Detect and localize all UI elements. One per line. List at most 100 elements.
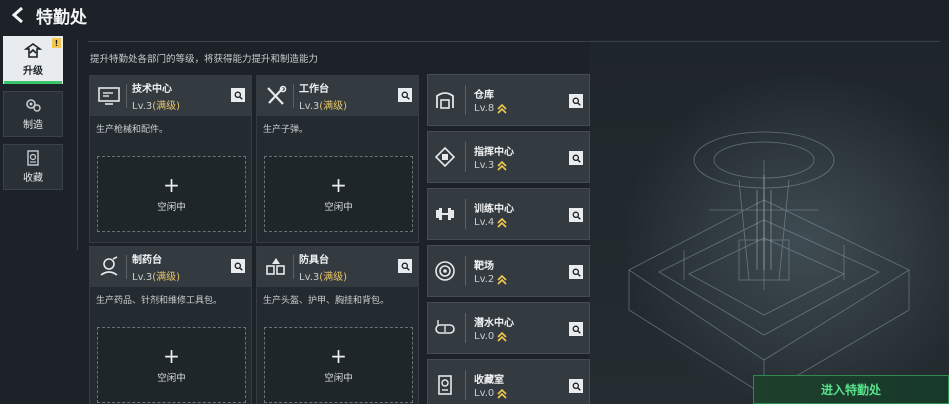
facility-level: Lv.8 <box>474 103 507 114</box>
details-search-button[interactable] <box>398 88 412 102</box>
tools-icon <box>267 85 287 105</box>
workshop-description: 生产头盔、护甲、胸挂和背包。 <box>263 296 390 306</box>
workshop-card-tech-center: 技术中心 Lv.3(满级) 生产枪械和配件。 + 空闲中 <box>89 75 252 243</box>
workshop-level: Lv.3(满级) <box>299 101 348 112</box>
upgrade-available-icon <box>497 274 507 285</box>
search-icon <box>572 325 581 334</box>
details-search-button[interactable] <box>231 259 245 273</box>
maxed-tag: (满级) <box>319 272 348 283</box>
search-icon <box>572 97 581 106</box>
details-search-button[interactable] <box>569 151 583 165</box>
facility-warehouse[interactable]: 仓库 Lv.8 <box>427 74 590 126</box>
page-description: 提升特勤处各部门的等级，将获得能力提升和制造能力 <box>90 54 319 65</box>
facility-diving-center[interactable]: 潜水中心 Lv.0 <box>427 302 590 354</box>
header-divider <box>88 41 940 42</box>
search-icon <box>572 211 581 220</box>
search-icon <box>572 268 581 277</box>
nav-collection-label: 收藏 <box>23 173 43 184</box>
search-icon <box>234 91 243 100</box>
details-search-button[interactable] <box>569 322 583 336</box>
facility-name: 靶场 <box>474 261 494 272</box>
details-search-button[interactable] <box>569 379 583 393</box>
workshop-name: 工作台 <box>299 84 329 95</box>
facility-level: Lv.0 <box>474 388 507 399</box>
details-search-button[interactable] <box>569 265 583 279</box>
slot-status: 空闲中 <box>324 202 353 213</box>
details-search-button[interactable] <box>398 259 412 273</box>
maxed-tag: (满级) <box>319 101 348 112</box>
upgrade-available-icon <box>497 388 507 399</box>
maxed-tag: (满级) <box>152 272 181 283</box>
facility-level: Lv.3 <box>474 160 514 171</box>
upgrade-available-icon <box>497 331 507 342</box>
plus-icon: + <box>163 173 180 197</box>
upgrade-available-icon <box>497 217 507 228</box>
workshop-level: Lv.3(满级) <box>299 272 348 283</box>
dumbbell-icon <box>436 208 454 220</box>
workshop-name: 防具台 <box>299 255 329 266</box>
back-arrow-icon[interactable] <box>8 5 28 25</box>
production-slot[interactable]: + 空闲中 <box>264 156 413 232</box>
page-title: 特勤处 <box>36 7 87 28</box>
workshop-card-workbench: 工作台 Lv.3(满级) 生产子弹。 + 空闲中 <box>256 75 419 243</box>
details-search-button[interactable] <box>569 208 583 222</box>
facility-level: Lv.4 <box>474 217 514 228</box>
facility-separator <box>465 370 466 400</box>
nav-upgrade-label: 升级 <box>23 66 43 77</box>
slot-status: 空闲中 <box>324 373 353 384</box>
workshop-card-pharmacy: 制药台 Lv.3(满级) 生产药品、针剂和维修工具包。 + 空闲中 <box>89 246 252 404</box>
plus-icon: + <box>330 173 347 197</box>
production-slot[interactable]: + 空闲中 <box>97 156 246 232</box>
diving-mask-icon <box>435 320 455 334</box>
facility-separator <box>465 85 466 115</box>
upgrade-available-icon <box>497 160 507 171</box>
card-header: 工作台 Lv.3(满级) <box>257 76 418 116</box>
plus-icon: + <box>163 344 180 368</box>
production-slot[interactable]: + 空闲中 <box>97 327 246 403</box>
facility-command-center[interactable]: 指挥中心 Lv.3 <box>427 131 590 183</box>
maxed-tag: (满级) <box>152 101 181 112</box>
side-divider <box>77 40 78 250</box>
nav-upgrade[interactable]: ! 升级 <box>3 36 63 84</box>
workshop-name: 技术中心 <box>132 84 172 95</box>
workshop-description: 生产药品、针剂和维修工具包。 <box>96 296 223 306</box>
facility-level: Lv.2 <box>474 274 507 285</box>
search-icon <box>401 91 410 100</box>
warehouse-icon <box>436 92 454 109</box>
details-search-button[interactable] <box>231 88 245 102</box>
nav-craft[interactable]: 制造 <box>3 91 63 137</box>
facility-training-center[interactable]: 训练中心 Lv.4 <box>427 188 590 240</box>
facility-collection-room[interactable]: 收藏室 Lv.0 <box>427 359 590 404</box>
collection-icon <box>27 150 39 166</box>
search-icon <box>572 154 581 163</box>
search-icon <box>572 382 581 391</box>
workshop-level: Lv.3(满级) <box>132 101 181 112</box>
workshop-card-armor-bench: 防具台 Lv.3(满级) 生产头盔、护甲、胸挂和背包。 + 空闲中 <box>256 246 419 404</box>
trophy-icon <box>438 375 452 395</box>
production-slot[interactable]: + 空闲中 <box>264 327 413 403</box>
gears-icon <box>26 99 41 112</box>
enter-special-ops-button[interactable]: 进入特勤处 <box>753 375 949 404</box>
upgrade-available-icon <box>497 103 507 114</box>
details-search-button[interactable] <box>569 94 583 108</box>
facility-name: 收藏室 <box>474 375 504 386</box>
slot-status: 空闲中 <box>157 373 186 384</box>
facility-level: Lv.0 <box>474 331 514 342</box>
search-icon <box>234 262 243 271</box>
microscope-icon <box>100 256 118 276</box>
workshop-description: 生产子弹。 <box>263 125 309 135</box>
facility-separator <box>465 256 466 286</box>
notification-badge: ! <box>52 38 61 48</box>
card-separator <box>126 255 127 279</box>
nav-collection[interactable]: 收藏 <box>3 144 63 190</box>
facility-separator <box>465 313 466 343</box>
upgrade-icon <box>24 43 42 58</box>
card-separator <box>126 84 127 108</box>
facility-shooting-range[interactable]: 靶场 Lv.2 <box>427 245 590 297</box>
nav-craft-label: 制造 <box>23 120 43 131</box>
target-icon <box>435 261 455 281</box>
side-nav: ! 升级 制造 收藏 <box>3 36 65 197</box>
base-blueprint-art <box>589 40 949 404</box>
plus-icon: + <box>330 344 347 368</box>
facility-separator <box>465 142 466 172</box>
